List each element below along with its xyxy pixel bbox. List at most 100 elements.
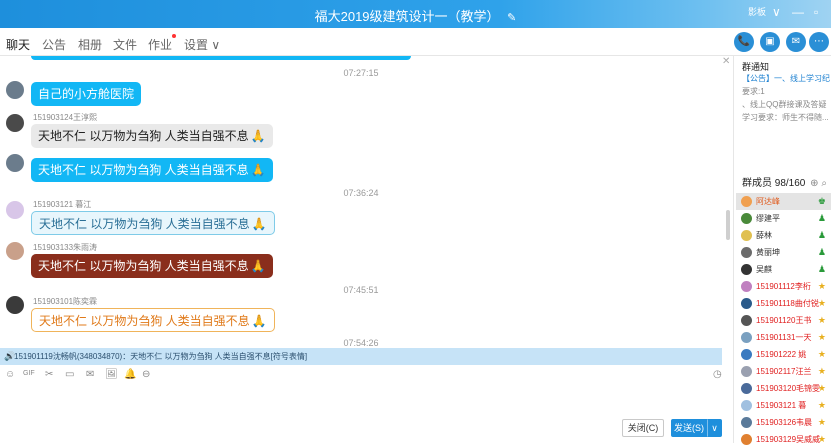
- more-tools-icon[interactable]: ⊖: [142, 369, 150, 380]
- announcement-line[interactable]: 【公告】一、线上学习纪律: [742, 73, 830, 84]
- avatar[interactable]: [6, 242, 24, 260]
- notification-dot: [172, 34, 177, 38]
- member-row[interactable]: 吴麒 ♟: [736, 261, 831, 278]
- member-row[interactable]: 151903129吴威威 ★: [736, 431, 831, 448]
- tab-announcement[interactable]: 公告: [42, 36, 66, 53]
- tab-settings[interactable]: 设置 ∨: [184, 36, 220, 53]
- avatar[interactable]: [6, 154, 24, 172]
- message-text: 天地不仁 以万物为刍狗 人类当自强不息: [38, 163, 249, 177]
- announcement-line: 、线上QQ群接课及答疑: [742, 100, 827, 109]
- member-name: 151903129吴威威: [756, 435, 821, 444]
- avatar[interactable]: [6, 114, 24, 132]
- message-text: 天地不仁 以万物为刍狗 人类当自强不息: [39, 217, 250, 231]
- member-count-label: 群成员 98/160: [742, 178, 806, 189]
- tab-homework[interactable]: 作业: [148, 34, 177, 53]
- member-name: 薛林: [756, 231, 772, 240]
- avatar: [741, 213, 752, 224]
- avatar[interactable]: [6, 81, 24, 99]
- latest-message-bar[interactable]: 🔊 151901119沈畅帆(348034870)：天地不仁 以万物为刍狗 人类…: [0, 348, 722, 365]
- member-row[interactable]: 151901222 姚 ★: [736, 346, 831, 363]
- screenshot-icon[interactable]: ✂: [45, 369, 53, 380]
- avatar: [741, 281, 752, 292]
- chat-scrollbar[interactable]: [726, 210, 730, 240]
- sender-name: 151903101陈奕霖: [33, 297, 98, 306]
- history-icon[interactable]: ◷: [713, 369, 722, 380]
- chevron-down-icon: ∨: [211, 38, 221, 52]
- member-row[interactable]: 151903126韦晨 ★: [736, 414, 831, 431]
- star-icon: ★: [817, 315, 826, 325]
- member-row[interactable]: 黄丽坤 ♟: [736, 244, 831, 261]
- member-name: 151903121 暮: [756, 401, 807, 410]
- member-role-icon: ♟: [817, 247, 826, 257]
- member-row[interactable]: 151901131一天 ★: [736, 329, 831, 346]
- member-name: 缪建平: [756, 214, 780, 223]
- message-bubble[interactable]: 天地不仁 以万物为刍狗 人类当自强不息 🙏: [31, 158, 273, 182]
- maximize-icon[interactable]: ▫: [814, 5, 818, 19]
- member-row[interactable]: 阿达峰 ♚: [736, 193, 831, 210]
- send-options-icon[interactable]: ∨: [707, 419, 722, 437]
- title-bar: 福大2019级建筑设计一（教学） ✎ 影板 ∨ — ▫: [0, 0, 831, 28]
- message-bubble[interactable]: 天地不仁 以万物为刍狗 人类当自强不息 🙏: [31, 211, 275, 235]
- avatar: [741, 315, 752, 326]
- red-packet-icon[interactable]: ✉: [86, 369, 94, 380]
- dropdown-icon[interactable]: ∨: [772, 5, 781, 19]
- member-row[interactable]: 151901118曲付锐 ★: [736, 295, 831, 312]
- star-icon: ★: [817, 349, 826, 359]
- pray-emoji-icon: 🙏: [250, 163, 266, 177]
- tab-chat[interactable]: 聊天: [6, 36, 31, 60]
- latest-message-text: 151901119沈畅帆(348034870)：天地不仁 以万物为刍狗 人类当自…: [14, 352, 308, 361]
- bell-icon[interactable]: 🔔: [124, 369, 136, 380]
- folder-icon[interactable]: ▭: [65, 369, 74, 380]
- edit-name-icon[interactable]: ✎: [507, 11, 516, 24]
- window-title: 福大2019级建筑设计一（教学） ✎: [0, 6, 831, 25]
- message-bubble[interactable]: 自己的小方舱医院: [31, 82, 142, 106]
- minimize-icon[interactable]: —: [792, 5, 804, 19]
- avatar[interactable]: [6, 296, 24, 314]
- image-icon[interactable]: 🖼: [105, 369, 118, 380]
- pray-emoji-icon: 🙏: [250, 259, 266, 273]
- member-row[interactable]: 缪建平 ♟: [736, 210, 831, 227]
- member-row[interactable]: 151902117汪兰 ★: [736, 363, 831, 380]
- video-icon[interactable]: ▣: [760, 32, 780, 52]
- avatar: [741, 366, 752, 377]
- member-role-icon: ♚: [817, 196, 826, 206]
- chat-area[interactable]: 07:27:15 自己的小方舱医院 151903124王淳熙 天地不仁 以万物为…: [0, 56, 722, 348]
- member-row[interactable]: 151903120毛锦雯 ★: [736, 380, 831, 397]
- close-announcement-icon[interactable]: ✕: [722, 56, 730, 67]
- timestamp: 07:27:15: [343, 68, 379, 78]
- avatar: [741, 298, 752, 309]
- sender-name: 151903133朱雨涛: [33, 243, 98, 252]
- avatar[interactable]: [6, 201, 24, 219]
- message-text: 天地不仁 以万物为刍狗 人类当自强不息: [39, 314, 250, 328]
- member-name: 151901120王书: [756, 316, 812, 325]
- announcement-line: 要求:1: [742, 87, 765, 96]
- pray-emoji-icon: 🙏: [250, 129, 266, 143]
- member-row[interactable]: 151901112李桁 ★: [736, 278, 831, 295]
- member-row[interactable]: 薛林 ♟: [736, 227, 831, 244]
- avatar: [741, 349, 752, 360]
- more-icon[interactable]: ⋯: [809, 32, 829, 52]
- member-row[interactable]: 151901120王书 ★: [736, 312, 831, 329]
- message-bubble[interactable]: 天地不仁 以万物为刍狗 人类当自强不息 🙏: [31, 124, 273, 148]
- member-row[interactable]: 151903121 暮 ★: [736, 397, 831, 414]
- avatar: [741, 332, 752, 343]
- star-icon: ★: [817, 434, 826, 444]
- gif-icon[interactable]: GIF: [23, 370, 35, 377]
- tab-files[interactable]: 文件: [113, 36, 137, 53]
- tab-album[interactable]: 相册: [78, 36, 102, 53]
- message-bubble[interactable]: 天地不仁 以万物为刍狗 人类当自强不息 🙏: [31, 308, 275, 332]
- close-button[interactable]: 关闭(C): [622, 419, 664, 437]
- member-tools-icon[interactable]: ⊕ ⌕: [810, 178, 827, 189]
- message-bubble[interactable]: 天地不仁 以万物为刍狗 人类当自强不息 🙏: [31, 254, 273, 278]
- call-icon[interactable]: 📞: [734, 32, 754, 52]
- message-input[interactable]: [0, 385, 722, 413]
- announcement-line: 学习要求：师生不得随...: [742, 113, 829, 122]
- avatar: [741, 417, 752, 428]
- message-icon[interactable]: ✉: [786, 32, 806, 52]
- member-name: 阿达峰: [756, 197, 780, 206]
- emoji-icon[interactable]: ☺: [5, 369, 15, 380]
- sender-name: 151903124王淳熙: [33, 113, 98, 122]
- send-button[interactable]: 发送(S): [671, 419, 707, 437]
- avatar: [741, 264, 752, 275]
- timestamp: 07:45:51: [343, 285, 379, 295]
